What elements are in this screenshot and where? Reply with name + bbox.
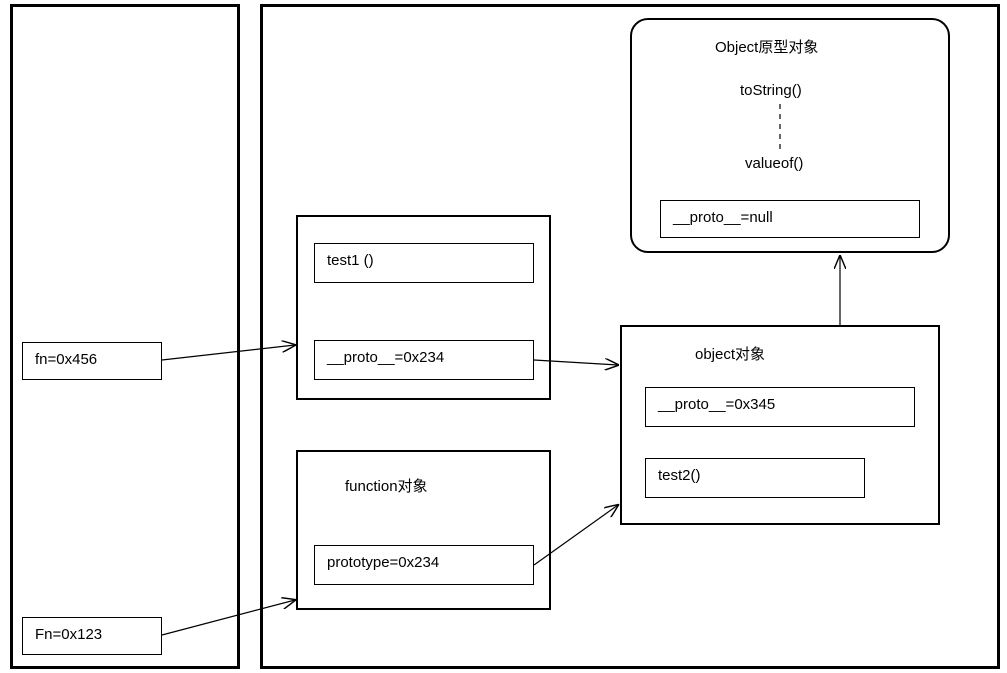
diagram-canvas: fn=0x456 Fn=0x123 test1 () __proto__=0x2… [0, 0, 1007, 673]
Fn-cell: Fn=0x123 [22, 617, 162, 655]
objproto-proto-cell: __proto__=null [660, 200, 920, 238]
test2-cell: test2() [645, 458, 865, 498]
Fn-label: Fn=0x123 [35, 626, 102, 643]
valueof-label: valueof() [745, 155, 803, 172]
object-proto-label: __proto__=0x345 [658, 396, 775, 413]
object-title: object对象 [695, 343, 765, 364]
prototype-cell: prototype=0x234 [314, 545, 534, 585]
test1-cell: test1 () [314, 243, 534, 283]
toString-label: toString() [740, 82, 802, 99]
function-title: function对象 [345, 475, 428, 496]
fn-cell: fn=0x456 [22, 342, 162, 380]
object-proto-cell: __proto__=0x345 [645, 387, 915, 427]
left-container [10, 4, 240, 669]
fn-label: fn=0x456 [35, 351, 97, 368]
test2-label: test2() [658, 467, 701, 484]
prototype-label: prototype=0x234 [327, 554, 439, 571]
inst-proto-cell: __proto__=0x234 [314, 340, 534, 380]
inst-proto-label: __proto__=0x234 [327, 349, 444, 366]
objproto-proto-label: __proto__=null [673, 209, 773, 226]
function-box [296, 450, 551, 610]
objproto-title: Object原型对象 [715, 36, 818, 57]
test1-label: test1 () [327, 252, 374, 269]
